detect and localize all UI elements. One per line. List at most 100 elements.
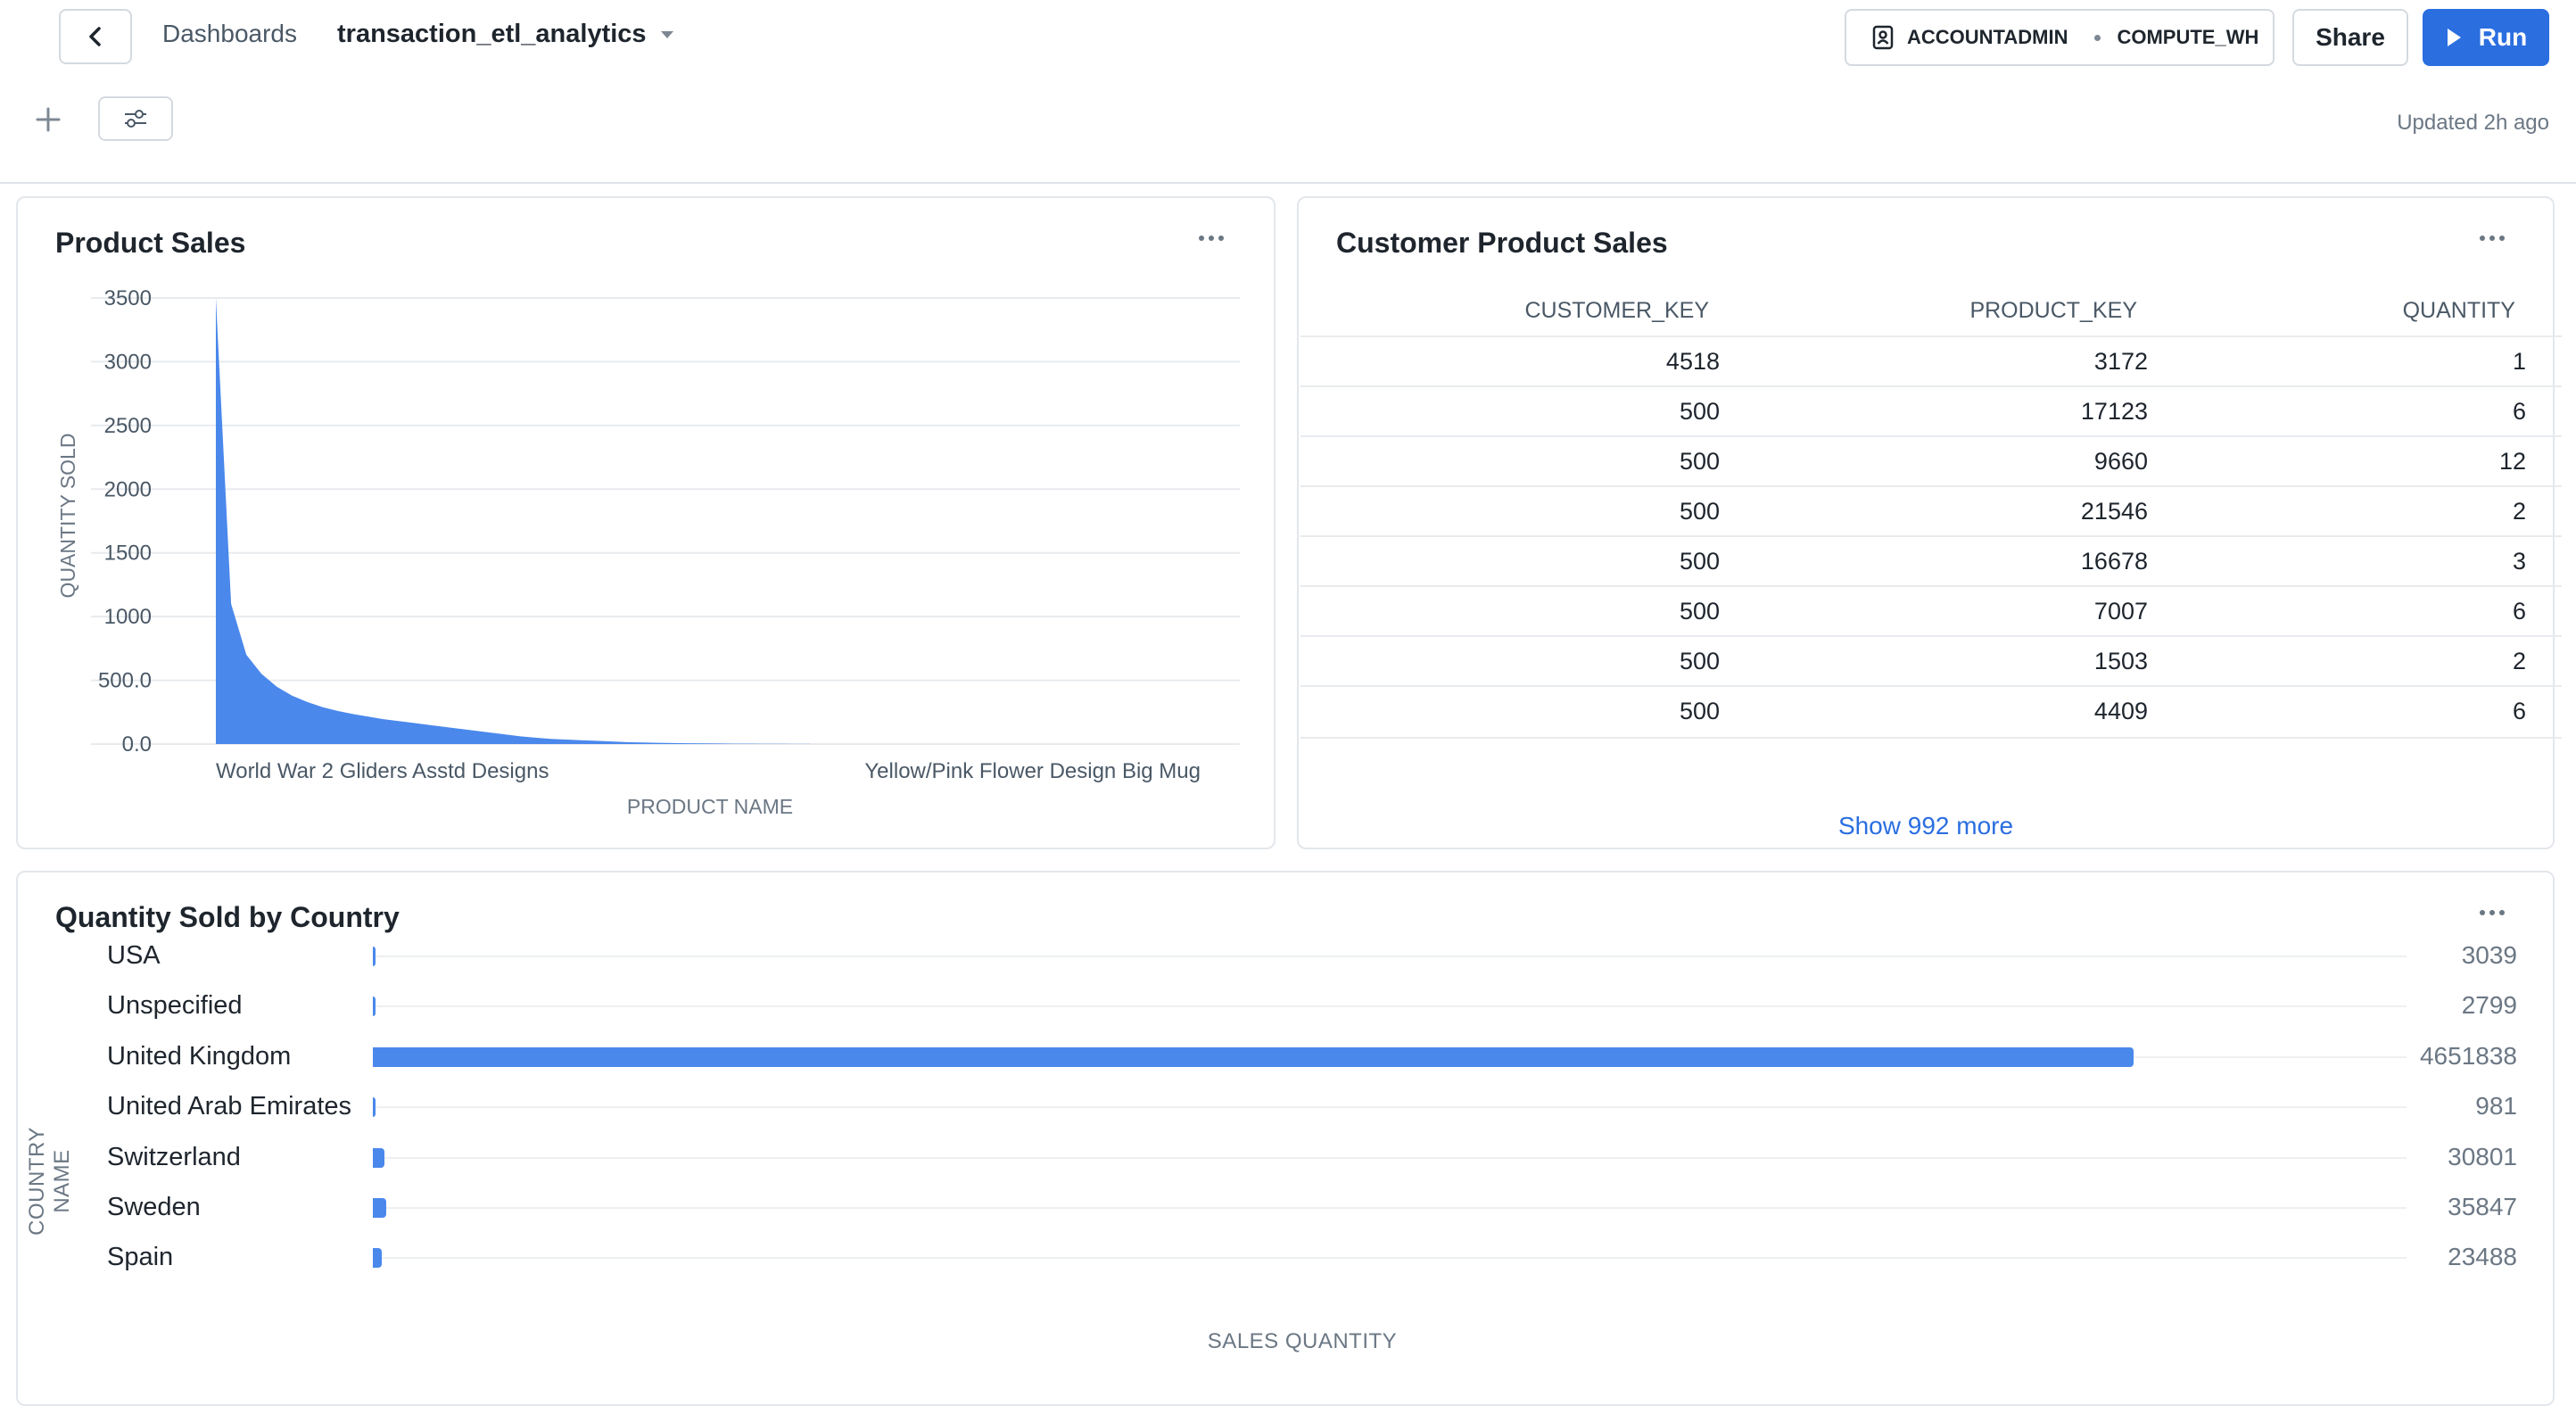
country-bar[interactable] xyxy=(373,997,376,1017)
cell-quantity: 2 xyxy=(2512,648,2526,674)
cell-quantity: 12 xyxy=(2498,448,2526,475)
x-tick-label: Yellow/Pink Flower Design Big Mug xyxy=(864,759,1201,783)
cell-quantity: 2 xyxy=(2512,498,2526,525)
warehouse-name: COMPUTE_WH xyxy=(2117,26,2259,48)
cell-customer-key: 4518 xyxy=(1665,348,1720,375)
cell-quantity: 6 xyxy=(2512,598,2526,624)
country-menu-button[interactable] xyxy=(2474,899,2510,926)
y-tick-label: 500.0 xyxy=(98,669,152,693)
run-button[interactable]: Run xyxy=(2423,9,2549,66)
country-value: 981 xyxy=(2475,1092,2517,1121)
cell-quantity: 6 xyxy=(2512,398,2526,425)
country-label: Sweden xyxy=(107,1193,201,1221)
chevron-left-icon xyxy=(89,27,101,46)
country-bar[interactable] xyxy=(373,1248,382,1269)
customer-sales-menu-button[interactable] xyxy=(2474,225,2510,252)
country-bar[interactable] xyxy=(373,1147,385,1168)
back-button[interactable] xyxy=(59,9,132,64)
cell-quantity: 1 xyxy=(2512,348,2526,375)
cell-customer-key: 500 xyxy=(1679,598,1720,624)
share-button[interactable]: Share xyxy=(2292,9,2408,66)
column-header-customer-key[interactable]: CUSTOMER_KEY xyxy=(1524,298,1709,324)
table-row[interactable]: 500 1503 2 xyxy=(1300,635,2562,687)
gridline xyxy=(373,1005,2407,1008)
gridline xyxy=(373,1156,2407,1159)
y-tick-label: 1500 xyxy=(104,542,152,566)
gridline xyxy=(373,1257,2407,1260)
country-bar[interactable] xyxy=(373,947,376,966)
context-selector[interactable]: ACCOUNTADMIN COMPUTE_WH xyxy=(1845,9,2275,66)
country-title: Quantity Sold by Country xyxy=(55,901,400,933)
dashboard-title[interactable]: transaction_etl_analytics xyxy=(337,20,675,49)
country-bar[interactable] xyxy=(373,1097,376,1118)
table-row[interactable]: 4518 3172 1 xyxy=(1300,335,2562,387)
table-row[interactable]: 500 21546 2 xyxy=(1300,485,2562,537)
run-label: Run xyxy=(2478,23,2528,51)
country-value: 2799 xyxy=(2461,991,2517,1020)
cell-customer-key: 500 xyxy=(1679,548,1720,575)
product-sales-area xyxy=(216,298,810,744)
country-label: Unspecified xyxy=(107,991,243,1021)
column-header-quantity[interactable]: QUANTITY xyxy=(2403,298,2515,324)
cell-product-key: 4409 xyxy=(2093,698,2148,724)
cell-product-key: 17123 xyxy=(2080,398,2148,425)
cell-quantity: 6 xyxy=(2512,698,2526,724)
top-bar: Dashboards transaction_etl_analytics ACC… xyxy=(0,0,2576,184)
country-bar[interactable] xyxy=(373,1046,2134,1067)
plus-icon xyxy=(36,107,61,132)
x-tick-label: World War 2 Gliders Asstd Designs xyxy=(216,759,549,783)
country-bar[interactable] xyxy=(373,1198,387,1218)
more-horizontal-icon xyxy=(2480,910,2505,915)
cell-product-key: 1503 xyxy=(2093,648,2148,674)
gridline xyxy=(373,1207,2407,1209)
y-tick-label: 2000 xyxy=(104,477,152,501)
country-label: United Kingdom xyxy=(107,1041,292,1071)
y-axis-title: COUNTRY NAME xyxy=(25,1127,74,1236)
show-more-link[interactable]: Show 992 more xyxy=(1299,812,2553,840)
table-row[interactable]: 500 7007 6 xyxy=(1300,585,2562,637)
cell-customer-key: 500 xyxy=(1679,448,1720,475)
customer-sales-card: Customer Product Sales CUSTOMER_KEY PROD… xyxy=(1297,196,2562,849)
country-label: United Arab Emirates xyxy=(107,1092,352,1121)
country-value: 23488 xyxy=(2448,1243,2517,1271)
country-value: 30801 xyxy=(2448,1142,2517,1170)
x-axis-title: PRODUCT NAME xyxy=(627,795,793,818)
table-row[interactable]: 500 9660 12 xyxy=(1300,435,2562,487)
table-row[interactable]: 500 17123 6 xyxy=(1300,385,2562,437)
dashboard-title-text: transaction_etl_analytics xyxy=(337,20,647,48)
cell-product-key: 16678 xyxy=(2080,548,2148,575)
x-axis-title: SALES QUANTITY xyxy=(1207,1329,1398,1353)
gridline xyxy=(373,1106,2407,1109)
breadcrumb-dashboards[interactable]: Dashboards xyxy=(162,20,297,48)
y-tick-label: 3000 xyxy=(104,350,152,374)
filters-button[interactable] xyxy=(98,96,173,141)
separator-dot xyxy=(2094,34,2101,41)
table-row[interactable]: 500 4409 6 xyxy=(1300,685,2562,739)
country-value: 35847 xyxy=(2448,1193,2517,1220)
customer-sales-title: Customer Product Sales xyxy=(1336,227,1668,259)
country-card: Quantity Sold by Country USA 3039 Unspecif… xyxy=(16,871,2555,1406)
y-axis-title: QUANTITY SOLD xyxy=(56,434,79,599)
product-sales-card: Product Sales 3500 3000 2500 2000 1500 1000 50… xyxy=(16,196,1276,849)
y-tick-label: 0.0 xyxy=(122,732,152,757)
country-label: Spain xyxy=(107,1243,174,1272)
country-label: USA xyxy=(107,941,161,970)
y-tick-label: 1000 xyxy=(104,605,152,629)
cell-product-key: 3172 xyxy=(2093,348,2148,375)
add-tile-button[interactable] xyxy=(32,103,64,136)
country-label: Switzerland xyxy=(107,1142,241,1171)
column-header-product-key[interactable]: PRODUCT_KEY xyxy=(1969,298,2137,324)
role-name: ACCOUNTADMIN xyxy=(1907,26,2068,48)
cell-customer-key: 500 xyxy=(1679,398,1720,425)
cell-customer-key: 500 xyxy=(1679,648,1720,674)
table-row[interactable]: 500 16678 3 xyxy=(1300,535,2562,587)
country-value: 4651838 xyxy=(2419,1041,2517,1070)
product-sales-chart: 3500 3000 2500 2000 1500 1000 500.0 0.0 World W… xyxy=(56,286,1240,818)
sliders-icon xyxy=(125,110,146,128)
cell-product-key: 9660 xyxy=(2093,448,2148,475)
gridline xyxy=(373,955,2407,957)
role-icon xyxy=(1872,25,1894,50)
cell-product-key: 21546 xyxy=(2080,498,2148,525)
country-value: 3039 xyxy=(2461,941,2517,969)
y-tick-label: 3500 xyxy=(104,286,152,310)
